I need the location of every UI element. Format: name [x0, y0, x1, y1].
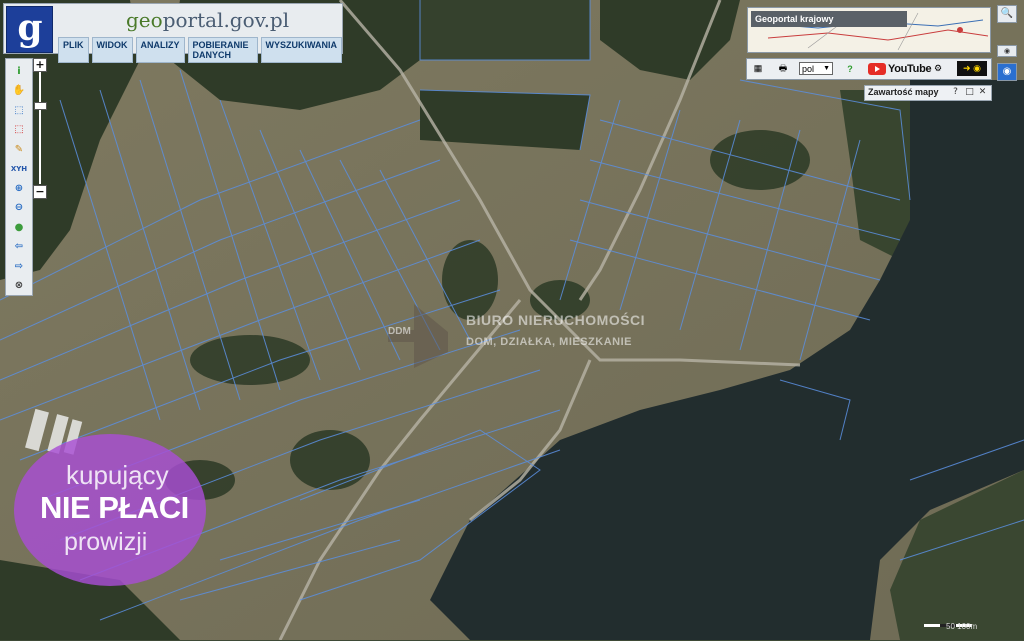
site-title: geoportal.gov.pl — [126, 8, 289, 32]
language-select[interactable]: pol ▼ — [799, 62, 833, 75]
arrow-back-icon[interactable]: ⇦ — [11, 239, 27, 255]
menu-plik[interactable]: PLIK — [58, 37, 89, 63]
help-icon[interactable]: ? — [843, 61, 857, 76]
panel-title: Zawartość mapy — [868, 87, 939, 97]
map-contents-panel: Zawartość mapy ? □ ✕ — [864, 85, 992, 101]
control-bar: ▦ 🖶 pol ▼ ? YouTube ⚙ ➜ ◉ — [746, 58, 992, 80]
youtube-logo-icon — [868, 62, 886, 75]
panel-help-button[interactable]: ? — [951, 87, 960, 97]
scale-label: 50 100m — [946, 622, 978, 631]
youtube-link[interactable]: YouTube — [868, 61, 932, 76]
left-toolbar: i ✋ ⬚ ⬚ ✎ XYH ⊕ ⊖ ● ⇦ ⇨ ⊗ — [5, 58, 33, 296]
promo-line3: prowizji — [64, 528, 148, 556]
menu-wyszukiwania[interactable]: WYSZUKIWANIA — [260, 37, 342, 63]
zoom-out-button[interactable]: − — [33, 185, 47, 199]
zoom-in-button[interactable]: + — [33, 58, 47, 72]
table-icon[interactable]: ▦ — [751, 61, 765, 76]
zoom-out-icon[interactable]: ⊖ — [11, 200, 27, 216]
print-icon[interactable]: 🖶 — [775, 61, 791, 76]
settings-gear-icon[interactable]: ⚙ — [931, 61, 945, 76]
watermark-ddm: DDM — [388, 326, 411, 337]
info-icon[interactable]: i — [11, 63, 27, 79]
pencil-icon[interactable]: ✎ — [11, 141, 27, 157]
select-red-icon[interactable]: ⬚ — [11, 122, 27, 138]
overview-map[interactable]: Geoportal krajowy — [747, 7, 991, 53]
scale-bar: 50 100m — [918, 620, 1014, 636]
menu-analizy[interactable]: ANALIZY — [135, 37, 185, 63]
logo-letter: g — [17, 7, 43, 49]
select-area-icon[interactable]: ⬚ — [11, 102, 27, 118]
zoom-in-icon[interactable]: ⊕ — [11, 180, 27, 196]
site-title-rest: portal.gov.pl — [162, 8, 290, 32]
language-value: pol — [802, 63, 815, 74]
zoom-track-line — [39, 72, 41, 184]
watermark-line2: DOM, DZIAŁKA, MIESZKANIE — [466, 336, 632, 348]
zoom-handle[interactable] — [34, 102, 47, 110]
youtube-label: YouTube — [888, 62, 932, 75]
menu-widok[interactable]: WIDOK — [91, 37, 133, 63]
panel-restore-button[interactable]: □ — [965, 87, 974, 97]
overview-label: Geoportal krajowy — [751, 11, 907, 27]
accessibility-contrast-icon[interactable]: ➜ ◉ — [957, 61, 987, 76]
header-bar: g geoportal.gov.pl PLIK WIDOK ANALIZY PO… — [3, 3, 343, 63]
panel-close-button[interactable]: ✕ — [978, 87, 987, 97]
promo-badge: kupujący NIE PŁACI prowizji — [14, 434, 206, 586]
promo-line1: kupujący — [66, 460, 169, 490]
globe-icon[interactable]: ● — [11, 219, 27, 235]
pan-hand-icon[interactable]: ✋ — [11, 83, 27, 99]
zoom-slider: + − — [33, 58, 49, 200]
watermark-logo-icon — [388, 304, 448, 368]
radio-layer-1-icon[interactable]: ◉ — [997, 45, 1017, 57]
right-button-column: 🔍 ◉ ◉ — [997, 5, 1017, 81]
site-title-prefix: geo — [126, 8, 163, 32]
crosshair-icon[interactable]: ⊗ — [11, 278, 27, 294]
geoportal-logo[interactable]: g — [6, 6, 53, 53]
xyh-icon[interactable]: XYH — [11, 161, 27, 177]
main-menu: PLIK WIDOK ANALIZY POBIERANIE DANYCH WYS… — [58, 37, 342, 63]
radio-layer-2-icon[interactable]: ◉ — [997, 63, 1017, 81]
arrow-forward-icon[interactable]: ⇨ — [11, 258, 27, 274]
search-icon[interactable]: 🔍 — [997, 5, 1017, 23]
promo-line2: NIE PŁACI — [40, 490, 189, 525]
watermark-line1: BIURO NIERUCHOMOŚCI — [466, 312, 646, 328]
menu-pobieranie-danych[interactable]: POBIERANIE DANYCH — [187, 37, 258, 63]
